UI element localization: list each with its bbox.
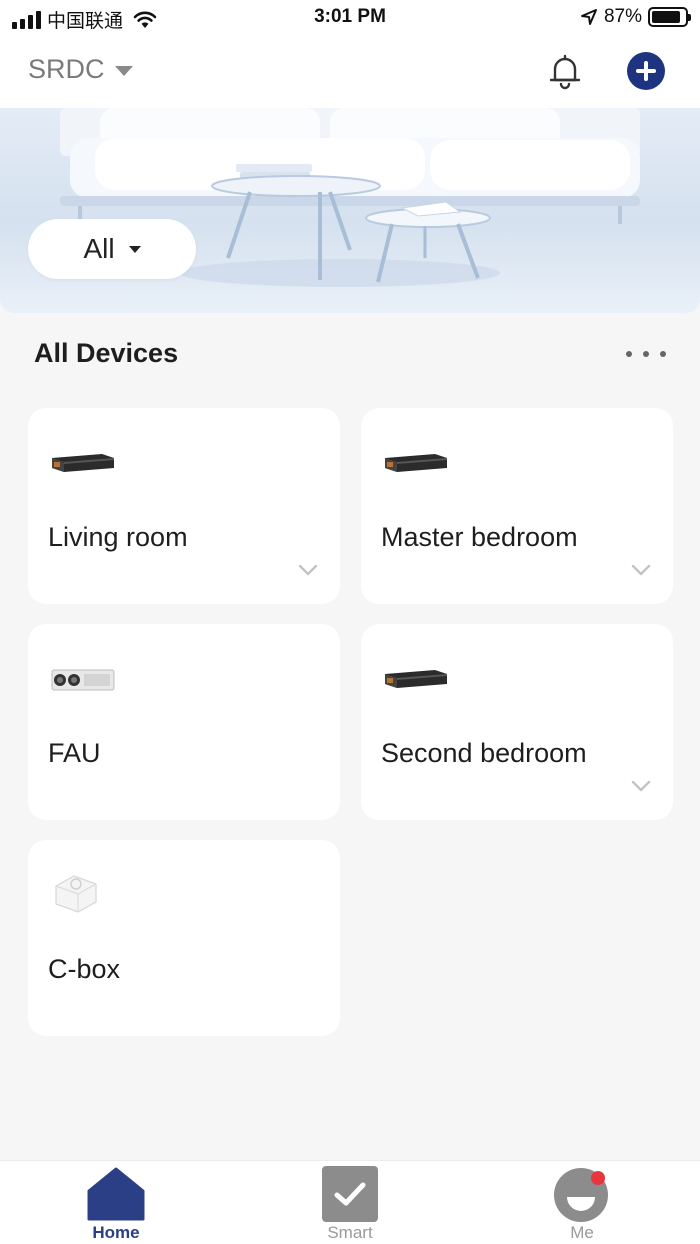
device-name: FAU <box>48 738 101 768</box>
app-header: SRDC <box>0 36 700 108</box>
home-name: SRDC <box>28 54 105 84</box>
device-name: Second bedroom <box>381 738 587 768</box>
status-bar: 中国联通 3:01 PM 87% <box>0 0 700 36</box>
bell-icon <box>549 54 581 90</box>
device-card-living-room[interactable]: Living room <box>28 408 340 604</box>
ducted-ac-unit-icon <box>52 454 114 472</box>
signal-icon <box>12 10 41 29</box>
battery-level <box>652 11 680 23</box>
fresh-air-unit-icon <box>51 669 115 691</box>
section-title: All Devices <box>34 338 179 368</box>
location-arrow-icon <box>580 9 597 25</box>
status-bar-left: 中国联通 <box>12 6 157 33</box>
device-card-fau[interactable]: FAU <box>28 624 340 820</box>
chevron-down-icon[interactable] <box>631 780 651 792</box>
notifications-button[interactable] <box>546 52 584 90</box>
caret-down-icon <box>128 245 141 253</box>
smart-check-icon <box>322 1166 378 1222</box>
nav-smart[interactable]: Smart <box>280 1161 420 1244</box>
living-room-illustration <box>60 108 640 287</box>
me-face-icon <box>554 1168 608 1222</box>
ducted-ac-unit-icon <box>385 454 447 472</box>
chevron-down-icon[interactable] <box>631 564 651 576</box>
wifi-icon <box>133 11 157 28</box>
battery-percent: 87% <box>603 6 642 27</box>
room-filter-label: All <box>83 233 115 264</box>
caret-down-icon <box>114 65 133 76</box>
home-banner <box>0 108 700 313</box>
device-name: C-box <box>48 954 121 984</box>
battery-icon <box>648 7 691 27</box>
carrier-name: 中国联通 <box>47 11 124 32</box>
more-dots-icon[interactable] <box>626 344 666 364</box>
home-selector[interactable]: SRDC <box>28 54 133 85</box>
device-card-second-bedroom[interactable]: Second bedroom <box>361 624 673 820</box>
notification-dot <box>591 1171 605 1185</box>
nav-me-label: Me <box>570 1223 594 1242</box>
nav-me[interactable]: Me <box>512 1161 652 1244</box>
device-card-master-bedroom[interactable]: Master bedroom <box>361 408 673 604</box>
chevron-down-icon[interactable] <box>298 564 318 576</box>
device-name: Master bedroom <box>381 522 578 552</box>
c-box-hub-icon <box>55 875 97 913</box>
nav-home-label: Home <box>92 1223 140 1242</box>
bottom-nav: Home Smart Me <box>0 1160 700 1244</box>
nav-home[interactable]: Home <box>46 1161 186 1244</box>
home-icon <box>87 1167 145 1221</box>
add-icon[interactable] <box>627 52 665 90</box>
ducted-ac-unit-icon <box>385 670 447 688</box>
status-bar-right: 87% <box>580 6 691 28</box>
room-filter-dropdown[interactable]: All <box>28 219 196 279</box>
nav-smart-label: Smart <box>327 1223 373 1242</box>
device-card-c-box[interactable]: C-box <box>28 840 340 1036</box>
device-name: Living room <box>48 522 188 552</box>
